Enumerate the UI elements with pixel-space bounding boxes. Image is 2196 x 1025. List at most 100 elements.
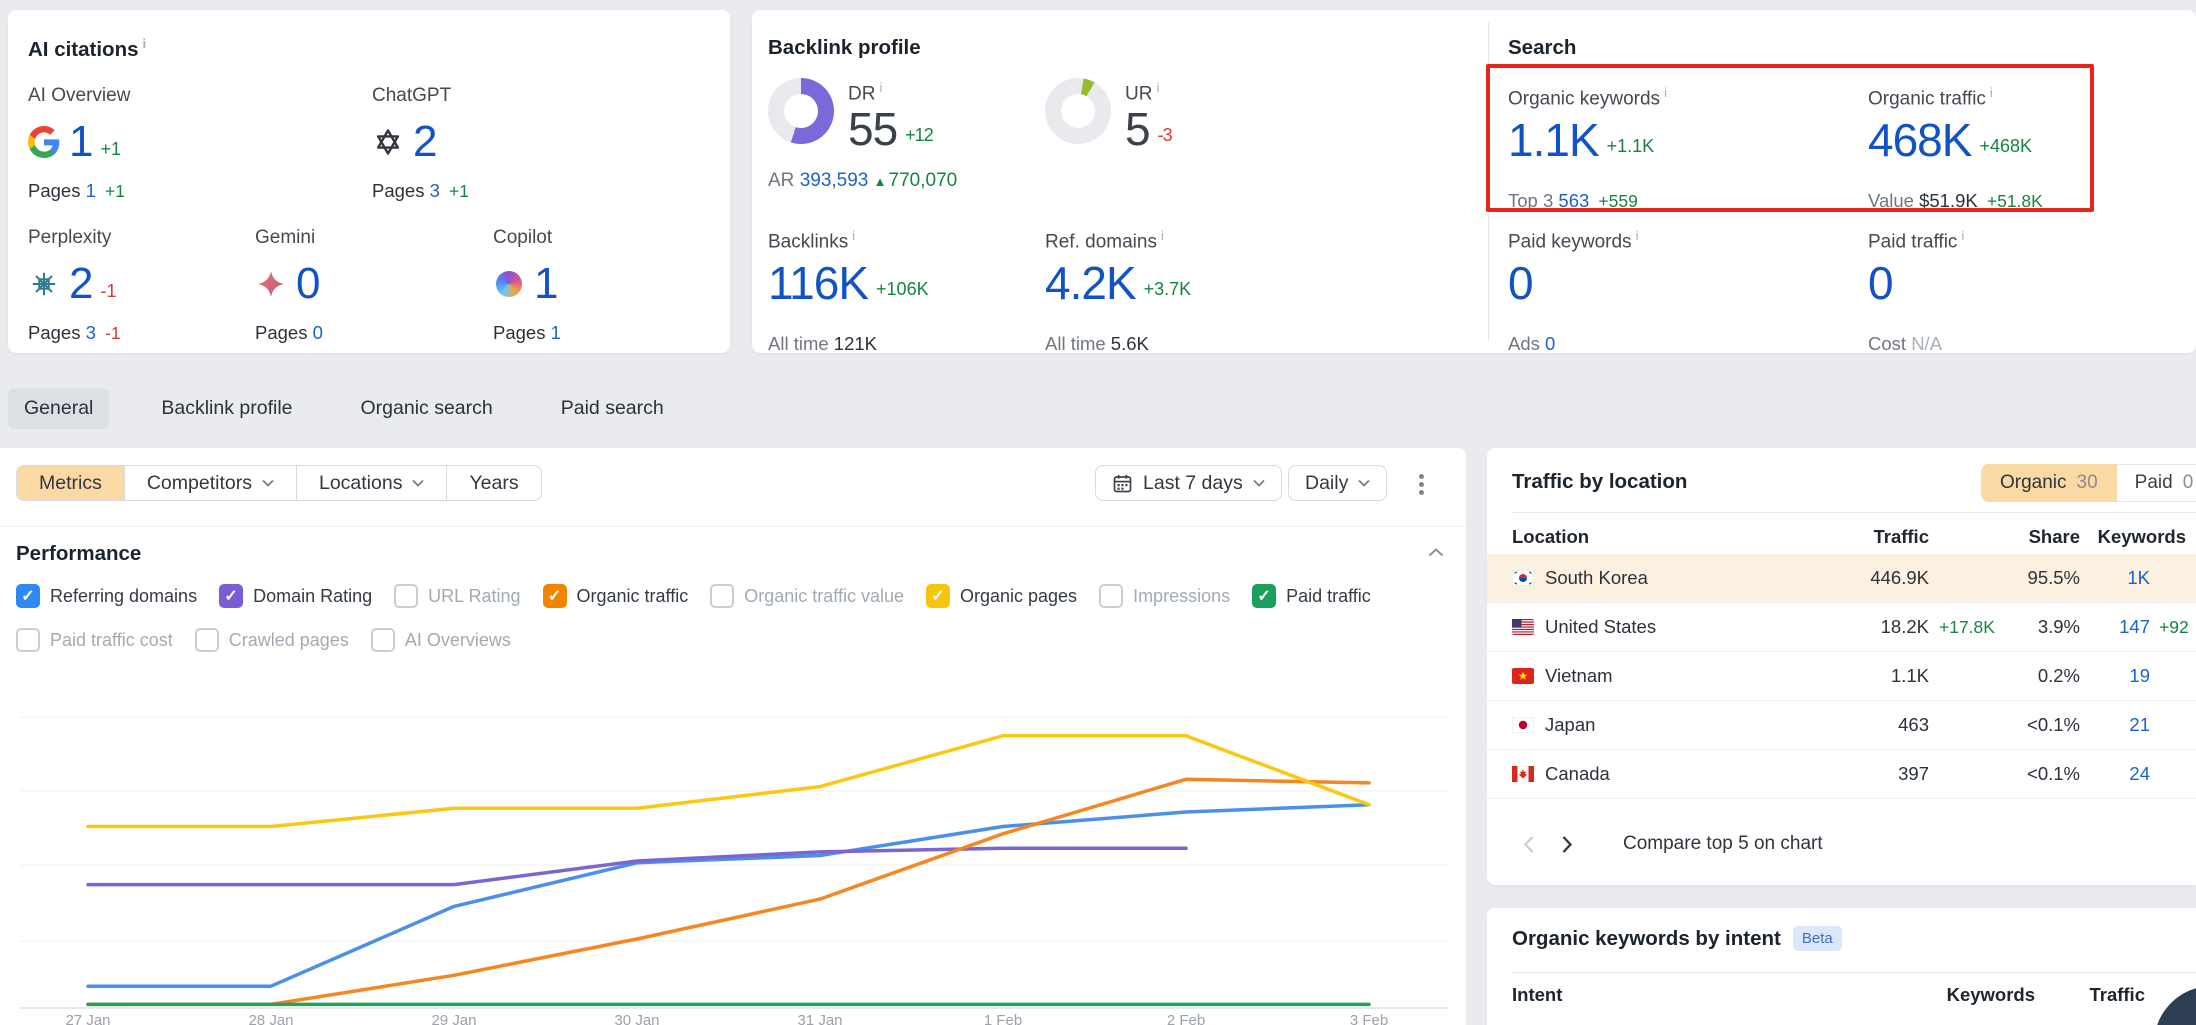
url-rating-block: UR 5-3 — [1045, 78, 1172, 160]
info-icon[interactable] — [1957, 228, 1964, 253]
more-options-kebab-menu[interactable] — [1408, 470, 1434, 498]
tab-backlink-profile[interactable]: Backlink profile — [145, 388, 308, 429]
pages-line: Pages 0 — [255, 322, 327, 344]
overview-tabs: General Backlink profile Organic search … — [8, 387, 680, 429]
toggle-organic[interactable]: Organic30 — [1981, 464, 2117, 502]
ai-citations-title: AI citations — [28, 36, 146, 62]
years-button[interactable]: Years — [447, 466, 540, 500]
gemini-count[interactable]: 0 — [296, 259, 319, 309]
copilot-count[interactable]: 1 — [534, 259, 557, 309]
compare-top5-link[interactable]: Compare top 5 on chart — [1623, 833, 1823, 855]
ai-citations-card: AI citations AI Overview 1 +1 Pages 1 +1… — [8, 10, 730, 353]
date-range-dropdown[interactable]: Last 7 days — [1095, 465, 1282, 501]
checkbox-referring-domains[interactable]: Referring domains — [16, 584, 197, 608]
x-tick: 27 Jan — [65, 1012, 110, 1025]
pages-count[interactable]: 3 — [430, 180, 440, 201]
x-tick: 31 Jan — [797, 1012, 842, 1025]
checkbox-organic-traffic-value[interactable]: Organic traffic value — [710, 584, 904, 608]
ref-domains-delta: +3.7K — [1144, 279, 1192, 299]
card-divider — [1488, 22, 1489, 341]
x-tick: 29 Jan — [431, 1012, 476, 1025]
backlinks-block: Backlinks 116K+106K All time 121K — [768, 228, 929, 355]
organic-keywords-value[interactable]: 1.1K — [1508, 114, 1599, 166]
paid-keywords-value[interactable]: 0 — [1508, 257, 1533, 309]
location-row-canada[interactable]: Canada 397 <0.1% 24 — [1487, 750, 2196, 799]
collapse-section-button[interactable] — [1428, 548, 1444, 557]
ads-count[interactable]: 0 — [1545, 333, 1555, 354]
tab-organic-search[interactable]: Organic search — [345, 388, 509, 429]
checkbox-icon — [1099, 584, 1123, 608]
dr-value: 55 — [848, 103, 897, 155]
locations-dropdown[interactable]: Locations — [297, 466, 447, 500]
prev-page-button[interactable] — [1523, 835, 1535, 854]
metrics-button[interactable]: Metrics — [17, 466, 125, 500]
checkbox-paid-traffic[interactable]: Paid traffic — [1252, 584, 1371, 608]
checkbox-icon — [543, 584, 567, 608]
ai-metric-copilot: Copilot 1 Pages 1 — [493, 227, 565, 344]
pages-line: Pages 1 — [493, 322, 565, 344]
chevron-left-icon — [1523, 835, 1535, 854]
traffic-by-location-title: Traffic by location — [1512, 470, 1687, 494]
pages-count[interactable]: 3 — [86, 322, 96, 343]
checkbox-icon — [16, 584, 40, 608]
pages-count[interactable]: 1 — [551, 322, 561, 343]
x-tick: 3 Feb — [1350, 1012, 1388, 1025]
chevron-up-icon — [1428, 548, 1444, 557]
dr-delta: +12 — [905, 125, 933, 145]
backlinks-value[interactable]: 116K — [768, 257, 868, 309]
checkbox-icon — [926, 584, 950, 608]
south-korea-flag-icon — [1512, 570, 1534, 586]
ai-metric-chatgpt: ChatGPT 2 Pages 3 +1 — [372, 85, 469, 202]
info-icon[interactable] — [1152, 80, 1159, 105]
ahrefs-rank-value[interactable]: 393,593 — [800, 170, 869, 191]
pages-count[interactable]: 0 — [313, 322, 323, 343]
info-icon[interactable] — [1157, 228, 1164, 253]
info-icon[interactable] — [875, 80, 882, 105]
perplexity-count[interactable]: 2 — [69, 259, 92, 309]
tab-paid-search[interactable]: Paid search — [545, 388, 680, 429]
chatgpt-count[interactable]: 2 — [413, 117, 436, 167]
info-icon[interactable] — [848, 228, 855, 253]
pages-line: Pages 3 -1 — [28, 322, 121, 344]
metric-checkbox-row-1: Referring domains Domain Rating URL Rati… — [16, 584, 1371, 608]
domain-rating-block: DR 55+12 — [768, 78, 933, 160]
checkbox-url-rating[interactable]: URL Rating — [394, 584, 520, 608]
pages-count[interactable]: 1 — [86, 180, 96, 201]
x-axis-labels: 27 Jan 28 Jan 29 Jan 30 Jan 31 Jan 1 Feb… — [65, 1012, 1388, 1025]
ahrefs-overview-dashboard: { "ai_citations": { "title": "AI citatio… — [0, 0, 2196, 1025]
paid-traffic-block: Paid traffic 0 Cost N/A — [1868, 228, 1964, 355]
paid-traffic-value[interactable]: 0 — [1868, 257, 1893, 309]
next-page-button[interactable] — [1561, 835, 1573, 854]
checkbox-organic-traffic[interactable]: Organic traffic — [543, 584, 689, 608]
location-row-united-states[interactable]: United States 18.2K +17.8K 3.9% 147 +92 — [1487, 603, 2196, 652]
location-pagination: Compare top 5 on chart — [1523, 824, 1823, 864]
ref-domains-value[interactable]: 4.2K — [1045, 257, 1136, 309]
checkbox-domain-rating[interactable]: Domain Rating — [219, 584, 372, 608]
info-icon[interactable] — [139, 36, 147, 62]
traffic-value-amount: $51.9K — [1919, 190, 1978, 211]
info-icon[interactable] — [1632, 228, 1639, 253]
competitors-dropdown[interactable]: Competitors — [125, 466, 297, 500]
vietnam-flag-icon — [1512, 668, 1534, 684]
info-icon[interactable] — [1660, 85, 1667, 110]
checkbox-organic-pages[interactable]: Organic pages — [926, 584, 1077, 608]
beta-badge: Beta — [1793, 926, 1842, 951]
granularity-dropdown[interactable]: Daily — [1288, 465, 1387, 501]
tab-general[interactable]: General — [8, 388, 109, 429]
delta: -1 — [100, 281, 116, 302]
location-row-vietnam[interactable]: Vietnam 1.1K 0.2% 19 — [1487, 652, 2196, 701]
checkbox-icon — [710, 584, 734, 608]
toggle-paid[interactable]: Paid0 — [2117, 464, 2196, 502]
organic-traffic-value[interactable]: 468K — [1868, 114, 1971, 166]
keywords-by-intent-panel: Organic keywords by intent Beta Intent K… — [1487, 908, 2196, 1025]
info-icon[interactable] — [1986, 85, 1993, 110]
ur-delta: -3 — [1158, 125, 1172, 145]
location-row-south-korea[interactable]: South Korea 446.9K 95.5% 1K — [1487, 554, 2196, 603]
location-row-japan[interactable]: Japan 463 <0.1% 21 — [1487, 701, 2196, 750]
checkbox-impressions[interactable]: Impressions — [1099, 584, 1230, 608]
japan-flag-icon — [1512, 717, 1534, 733]
ref-domains-label: Ref. domains — [1045, 228, 1191, 254]
google-icon — [28, 126, 60, 158]
top3-value[interactable]: 563 — [1558, 190, 1589, 211]
ai-overview-count[interactable]: 1 — [69, 117, 92, 167]
